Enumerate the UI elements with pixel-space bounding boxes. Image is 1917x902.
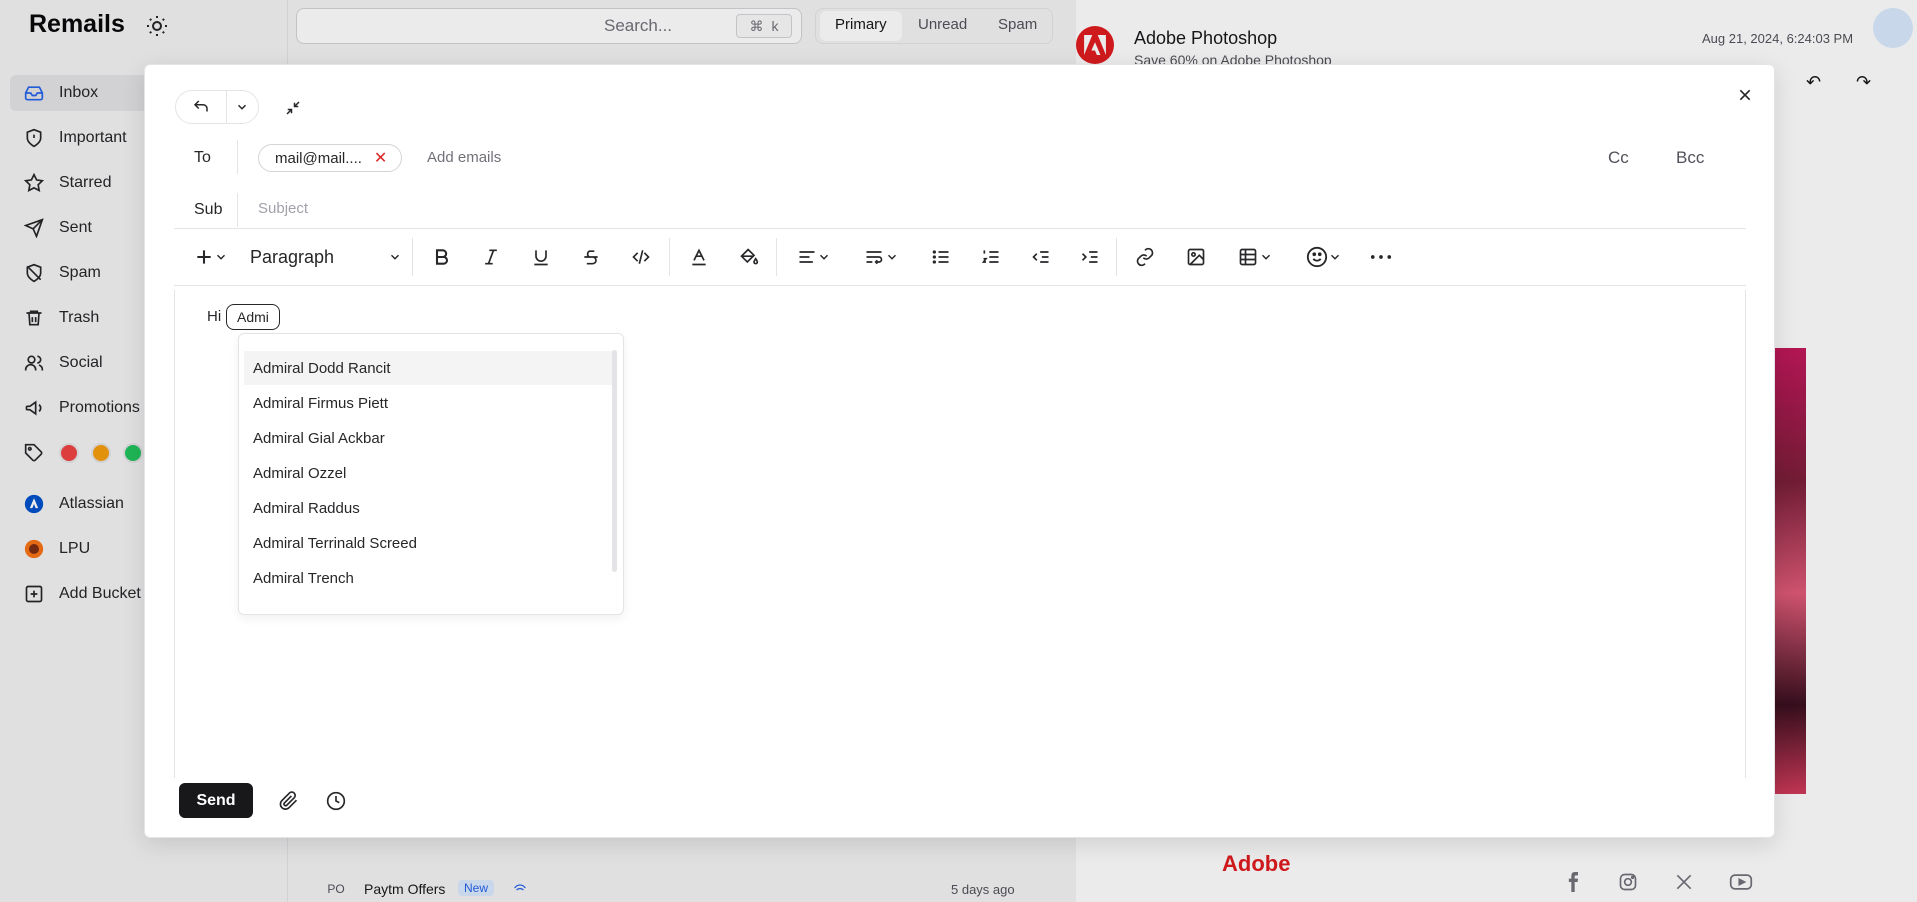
suggestion-item[interactable]: Admiral Gial Ackbar	[244, 421, 614, 455]
editor-body-text: Hi	[207, 308, 222, 325]
table-icon	[1237, 247, 1259, 267]
subject-input[interactable]: Subject	[258, 200, 308, 217]
bold-icon[interactable]	[430, 242, 454, 272]
suggestion-item[interactable]: Admiral Firmus Piett	[244, 386, 614, 420]
suggestion-item[interactable]: Admiral Terrinald Screed	[244, 526, 614, 560]
numbered-list-icon[interactable]	[979, 242, 1003, 272]
align-menu-button[interactable]	[792, 242, 836, 272]
sub-divider	[237, 193, 238, 227]
send-button[interactable]: Send	[179, 783, 253, 818]
editor-toolbar	[174, 228, 1746, 286]
sub-label: Sub	[194, 201, 223, 218]
chevron-down-icon	[1259, 250, 1273, 264]
highlight-icon[interactable]	[736, 242, 762, 272]
reply-mode-switch[interactable]	[175, 90, 259, 124]
underline-icon[interactable]	[529, 242, 553, 272]
remove-recipient-icon[interactable]: ✕	[374, 148, 387, 168]
outdent-icon[interactable]	[1029, 242, 1053, 272]
toolbar-divider	[669, 238, 670, 276]
block-type-label: Paragraph	[250, 246, 335, 267]
suggestions-scrollbar[interactable]	[612, 350, 617, 572]
plus-icon	[194, 247, 214, 267]
chevron-down-icon	[885, 250, 899, 264]
mention-token[interactable]: Admi	[226, 304, 280, 330]
toolbar-divider	[412, 238, 413, 276]
link-icon[interactable]	[1133, 242, 1157, 272]
suggestion-item[interactable]: Admiral Ozzel	[244, 456, 614, 490]
chevron-down-icon[interactable]	[227, 91, 258, 123]
image-icon[interactable]	[1184, 242, 1208, 272]
bcc-button[interactable]: Bcc	[1676, 148, 1704, 168]
add-emails-input[interactable]: Add emails	[427, 149, 501, 166]
chevron-down-icon	[388, 250, 402, 264]
chevron-down-icon	[817, 250, 831, 264]
italic-icon[interactable]	[479, 242, 503, 272]
table-menu-button[interactable]	[1232, 242, 1278, 272]
insert-menu-button[interactable]	[188, 242, 234, 272]
suggestion-item[interactable]: Admiral Trench	[244, 561, 614, 595]
close-icon[interactable]	[1732, 82, 1758, 108]
clock-icon[interactable]	[324, 789, 348, 813]
cc-button[interactable]: Cc	[1608, 148, 1629, 168]
chevron-down-icon	[214, 250, 228, 264]
text-wrap-menu-button[interactable]	[858, 242, 904, 272]
block-type-select[interactable]: Paragraph	[250, 244, 402, 270]
recipient-chip-label: mail@mail....	[275, 149, 362, 167]
code-icon[interactable]	[628, 242, 654, 272]
suggestion-item[interactable]: Admiral Raddus	[244, 491, 614, 525]
toolbar-divider	[1116, 238, 1117, 276]
suggestion-item[interactable]: Admiral Dodd Rancit	[244, 351, 614, 385]
align-left-icon	[797, 247, 817, 267]
to-divider	[237, 140, 238, 174]
wrap-text-icon	[863, 247, 885, 267]
recipient-chip[interactable]: mail@mail.... ✕	[258, 144, 402, 172]
text-color-icon[interactable]	[687, 242, 711, 272]
emoji-icon	[1306, 246, 1328, 268]
reply-icon[interactable]	[176, 91, 227, 123]
more-options-icon[interactable]	[1369, 242, 1393, 272]
to-label: To	[194, 149, 211, 166]
minimize-icon[interactable]	[281, 96, 305, 120]
indent-icon[interactable]	[1078, 242, 1102, 272]
chevron-down-icon	[1328, 250, 1342, 264]
strikethrough-icon[interactable]	[579, 242, 603, 272]
emoji-menu-button[interactable]	[1300, 242, 1348, 272]
bullet-list-icon[interactable]	[929, 242, 953, 272]
toolbar-divider	[776, 238, 777, 276]
paperclip-icon[interactable]	[277, 789, 301, 813]
